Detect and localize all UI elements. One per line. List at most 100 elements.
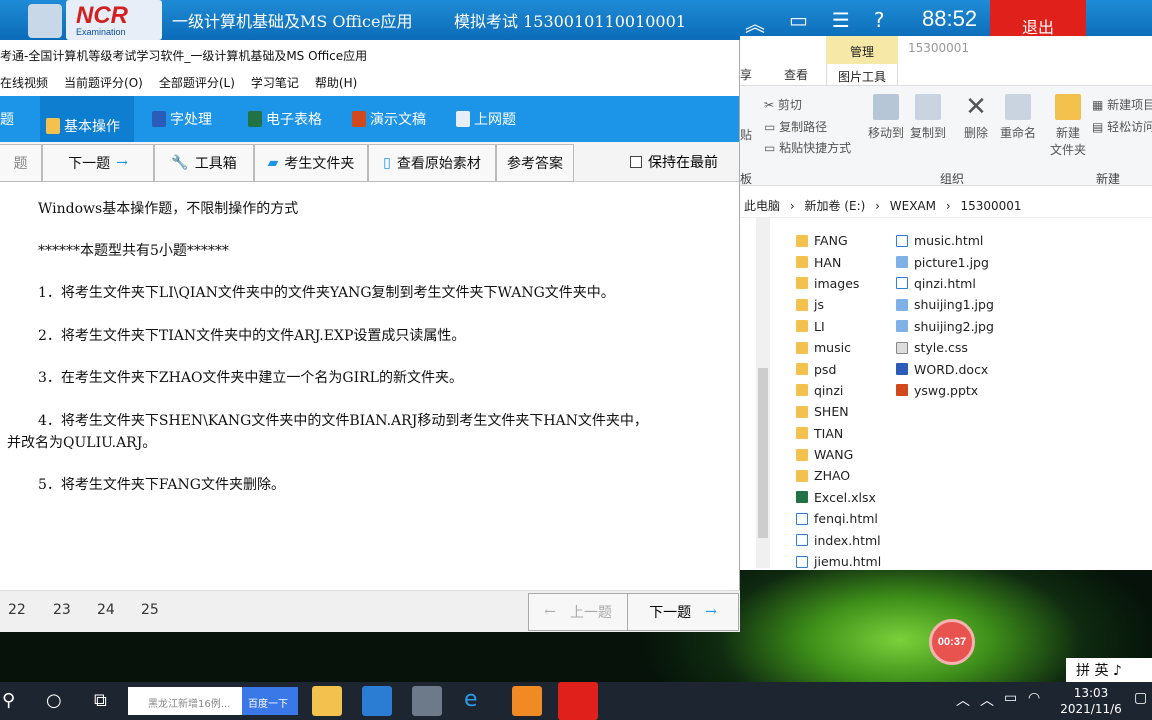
easy-access-button[interactable]: ▤ 轻松访问 [1092,118,1152,135]
category-powerpoint[interactable]: 演示文稿 [352,109,426,129]
toolbox-button[interactable]: 🔧 工具箱 [154,144,254,182]
file-item[interactable]: TIAN [796,423,881,444]
menu-online-video[interactable]: 在线视频 [0,74,48,96]
category-internet[interactable]: 上网题 [456,109,516,129]
rename-button[interactable]: 重命名 [996,94,1040,141]
file-item[interactable]: SHEN [796,401,881,422]
scrollbar-thumb[interactable] [758,368,768,538]
breadcrumb-wexam[interactable]: WEXAM [890,199,936,213]
category-excel[interactable]: 电子表格 [248,109,322,129]
question-number-23[interactable]: 23 [53,602,71,618]
file-item[interactable]: psd [796,358,881,379]
recycle-bin-icon[interactable] [28,4,62,38]
store-icon[interactable] [412,686,442,716]
menu-notes[interactable]: 学习笔记 [251,74,299,96]
app-orange-icon[interactable] [512,686,542,716]
breadcrumb-this-pc[interactable]: 此电脑 [744,199,780,213]
search-icon[interactable]: ⚲ [2,690,15,711]
file-item[interactable]: HAN [796,251,881,272]
wifi-icon[interactable]: ◠ [1028,690,1040,706]
help-icon[interactable]: ? [874,8,885,37]
file-item[interactable]: music [796,337,881,358]
edge-icon[interactable]: e [464,687,478,712]
file-item[interactable]: WORD.docx [896,358,994,379]
file-item[interactable]: jiemu.html [796,551,881,572]
keep-on-top-checkbox[interactable]: 保持在最前 [630,152,718,172]
next-question-bottom-button[interactable]: 下一题 → [627,593,739,631]
checkbox-box[interactable] [630,156,642,168]
menu-score-all[interactable]: 全部题评分(L) [159,74,235,96]
window-icon[interactable]: ▭ [789,8,808,37]
tab-share[interactable]: 享 [740,66,752,83]
copy-to-button[interactable]: 复制到 [906,94,950,141]
new-item-button[interactable]: ▦ 新建项目 [1092,96,1152,113]
collapse-icon[interactable]: ︽ [745,8,765,37]
file-item[interactable]: picture1.jpg [896,251,994,272]
category-basic-operation[interactable]: 基本操作 [40,96,134,142]
address-bar[interactable]: 此电脑 › 新加卷 (E:) › WEXAM › 15300001 [740,192,1152,218]
file-explorer-icon[interactable] [312,686,342,716]
tray-chevron-icon[interactable]: ︿ [956,690,970,710]
file-item[interactable]: qinzi [796,380,881,401]
tab-view[interactable]: 查看 [784,66,808,83]
exam-folder-button[interactable]: ▰ 考生文件夹 [254,144,368,182]
task-view-icon[interactable]: ⧉ [94,690,107,711]
file-item[interactable]: fenqi.html [796,508,881,529]
file-item[interactable]: shuijing1.jpg [896,294,994,315]
file-item[interactable]: shuijing2.jpg [896,316,994,337]
battery-icon[interactable]: ▭ [1004,690,1017,706]
view-material-button[interactable]: ▯ 查看原始素材 [368,144,496,182]
file-item[interactable]: FANG [796,230,881,251]
file-item[interactable]: LI [796,316,881,337]
list-icon[interactable]: ☰ [832,8,850,37]
new-folder-button[interactable]: 新建 文件夹 [1046,94,1090,158]
folder-icon [46,117,60,134]
file-item[interactable]: qinzi.html [896,273,994,294]
taskbar-search-input[interactable]: 黑龙江新增16例... [128,687,242,715]
file-item[interactable]: WANG [796,444,881,465]
paste-button[interactable]: 贴 [740,126,752,143]
delete-button[interactable]: ✕ 删除 [954,94,998,141]
move-to-button[interactable]: 移动到 [864,94,908,141]
exam-top-bar: NCR Examination 一级计算机基础及MS Office应用 模拟考试… [0,0,1152,46]
folder-title: 15300001 [908,41,970,55]
baidu-search-button[interactable]: 百度一下 [242,687,298,715]
reference-answer-button[interactable]: 参考答案 [496,144,574,182]
file-name: music.html [914,233,984,249]
file-item[interactable]: index.html [796,529,881,550]
file-item[interactable]: music.html [896,230,994,251]
copy-path-button[interactable]: ▭ 复制路径 [764,118,827,135]
notification-icon[interactable]: ▢ [1134,690,1147,706]
cortana-icon[interactable]: ○ [46,690,62,711]
tab-picture-tools[interactable]: 图片工具 [826,64,898,86]
category-word[interactable]: 字处理 [152,109,212,129]
tab-manage[interactable]: 管理 [826,36,898,64]
taskbar-clock[interactable]: 13:03 2021/11/6 [1056,685,1126,717]
tray-up-icon[interactable]: ︿ [980,690,994,710]
prev-question-button[interactable]: ← 上一题 [528,593,628,631]
explorer-scrollbar[interactable] [756,218,770,568]
file-item[interactable]: Excel.xlsx [796,487,881,508]
question-number-25[interactable]: 25 [141,602,159,618]
recording-timer-badge[interactable]: 00:37 [929,619,975,665]
menu-help[interactable]: 帮助(H) [315,74,357,96]
breadcrumb-folder[interactable]: 15300001 [960,199,1021,213]
paste-shortcut-button[interactable]: ▭ 粘贴快捷方式 [764,139,851,156]
ime-toolbar[interactable]: 拼 英 ♪ [1066,658,1152,682]
category-stub[interactable]: 题 [0,109,14,129]
exam-app-icon[interactable] [558,682,598,720]
breadcrumb-drive[interactable]: 新加卷 (E:) [804,199,865,213]
question-number-22[interactable]: 22 [8,602,26,618]
file-name: js [814,297,824,313]
file-item[interactable]: ZHAO [796,465,881,486]
menu-score-current[interactable]: 当前题评分(O) [64,74,143,96]
question-number-24[interactable]: 24 [97,602,115,618]
prev-question-stub[interactable]: 题 [0,144,42,182]
mail-icon[interactable] [362,686,392,716]
cut-button[interactable]: ✂ 剪切 [764,96,802,113]
file-item[interactable]: yswg.pptx [896,380,994,401]
next-question-button[interactable]: 下一题 → [42,144,154,182]
file-item[interactable]: images [796,273,881,294]
file-item[interactable]: style.css [896,337,994,358]
file-item[interactable]: js [796,294,881,315]
